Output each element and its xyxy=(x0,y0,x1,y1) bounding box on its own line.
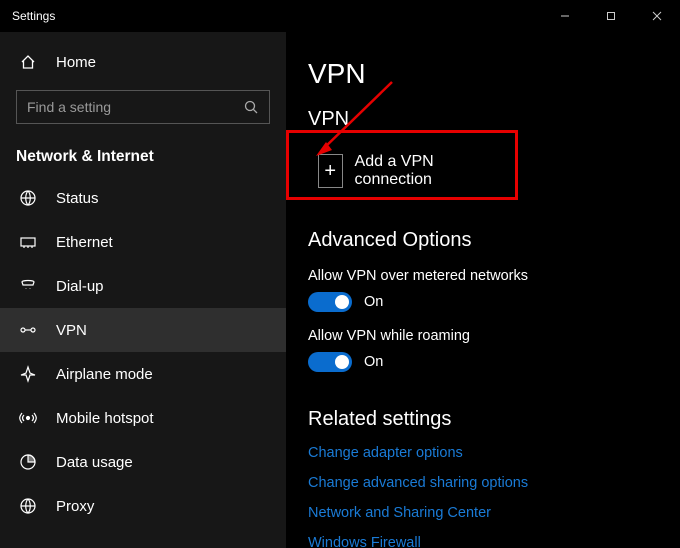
sidebar-item-status[interactable]: Status xyxy=(0,176,286,220)
sidebar-item-datausage[interactable]: Data usage xyxy=(0,440,286,484)
add-vpn-label: Add a VPN connection xyxy=(355,153,468,189)
sidebar-item-dialup[interactable]: Dial-up xyxy=(0,264,286,308)
roaming-state: On xyxy=(364,354,383,370)
vpn-icon xyxy=(18,320,38,340)
home-button[interactable]: Home xyxy=(0,40,286,84)
sidebar-item-ethernet[interactable]: Ethernet xyxy=(0,220,286,264)
sidebar-item-label: Ethernet xyxy=(56,234,113,251)
status-icon xyxy=(18,188,38,208)
link-sharing-options[interactable]: Change advanced sharing options xyxy=(308,475,680,491)
sidebar: Home Network & Internet Status xyxy=(0,32,286,548)
window-controls xyxy=(542,0,680,32)
airplane-icon xyxy=(18,364,38,384)
sidebar-item-label: Mobile hotspot xyxy=(56,410,154,427)
sidebar-item-label: Proxy xyxy=(56,498,94,515)
maximize-button[interactable] xyxy=(588,0,634,32)
sidebar-item-vpn[interactable]: VPN xyxy=(0,308,286,352)
window-title: Settings xyxy=(12,9,55,23)
home-icon xyxy=(18,52,38,72)
proxy-icon xyxy=(18,496,38,516)
related-settings-title: Related settings xyxy=(308,408,680,431)
main-panel: VPN VPN + Add a VPN connection Advanced … xyxy=(286,32,680,548)
metered-label: Allow VPN over metered networks xyxy=(308,268,680,284)
search-icon xyxy=(233,91,269,123)
data-usage-icon xyxy=(18,452,38,472)
metered-state: On xyxy=(364,294,383,310)
roaming-label: Allow VPN while roaming xyxy=(308,328,680,344)
close-button[interactable] xyxy=(634,0,680,32)
link-network-center[interactable]: Network and Sharing Center xyxy=(308,505,680,521)
vpn-section-title: VPN xyxy=(308,108,680,131)
sidebar-item-airplane[interactable]: Airplane mode xyxy=(0,352,286,396)
link-adapter-options[interactable]: Change adapter options xyxy=(308,445,680,461)
plus-icon: + xyxy=(318,154,343,188)
link-windows-firewall[interactable]: Windows Firewall xyxy=(308,535,680,548)
add-vpn-button[interactable]: + Add a VPN connection xyxy=(308,143,528,199)
category-title: Network & Internet xyxy=(0,134,286,176)
sidebar-item-label: Airplane mode xyxy=(56,366,153,383)
roaming-toggle[interactable] xyxy=(308,352,352,372)
sidebar-item-label: Data usage xyxy=(56,454,133,471)
ethernet-icon xyxy=(18,232,38,252)
minimize-button[interactable] xyxy=(542,0,588,32)
advanced-options-title: Advanced Options xyxy=(308,229,680,252)
sidebar-item-hotspot[interactable]: Mobile hotspot xyxy=(0,396,286,440)
hotspot-icon xyxy=(18,408,38,428)
search-input-wrap[interactable] xyxy=(16,90,270,124)
sidebar-item-proxy[interactable]: Proxy xyxy=(0,484,286,528)
metered-toggle[interactable] xyxy=(308,292,352,312)
titlebar: Settings xyxy=(0,0,680,32)
home-label: Home xyxy=(56,54,96,71)
sidebar-item-label: Dial-up xyxy=(56,278,104,295)
dialup-icon xyxy=(18,276,38,296)
sidebar-item-label: VPN xyxy=(56,322,87,339)
search-input[interactable] xyxy=(17,99,233,115)
sidebar-item-label: Status xyxy=(56,190,99,207)
page-title: VPN xyxy=(308,58,680,90)
